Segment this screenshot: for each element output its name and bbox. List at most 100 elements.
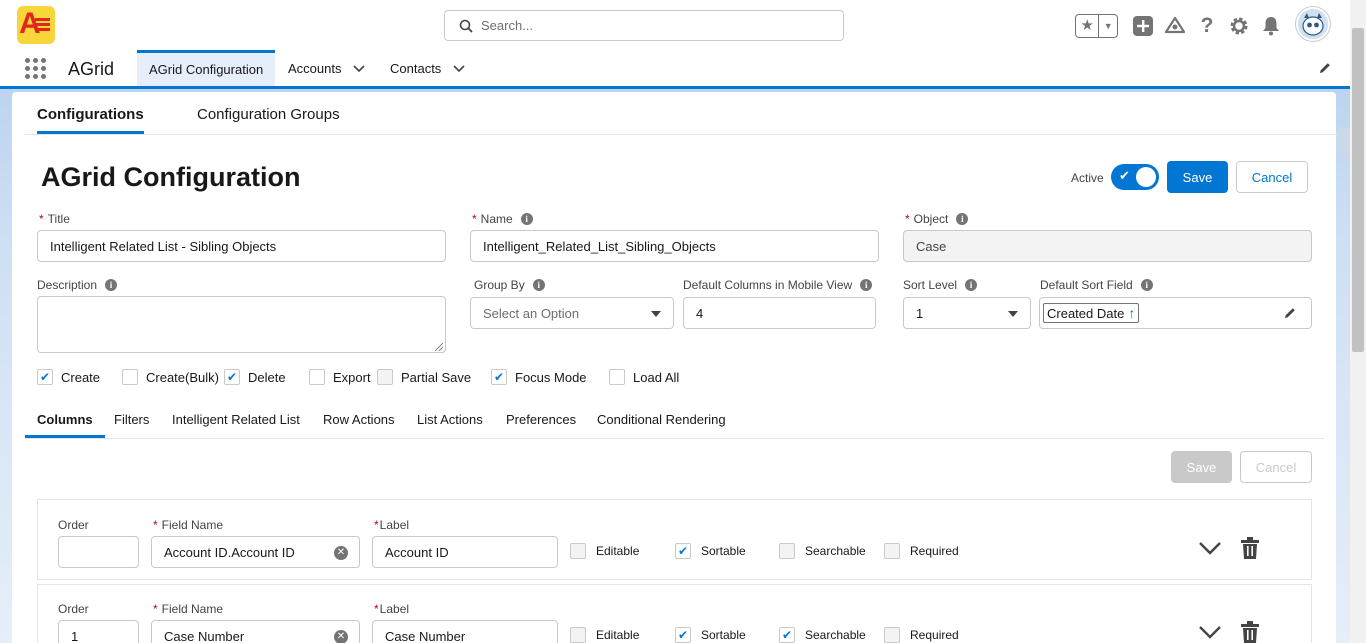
chevron-down-icon[interactable] — [453, 61, 465, 76]
scrollbar-thumb[interactable] — [1352, 28, 1364, 352]
app-logo-icon[interactable]: A — [17, 6, 55, 44]
tab-preferences[interactable]: Preferences — [506, 412, 576, 427]
label-input[interactable]: Account ID — [372, 536, 558, 568]
expand-chevron-icon[interactable] — [1198, 540, 1222, 559]
info-icon[interactable]: i — [520, 213, 533, 225]
info-icon[interactable]: i — [965, 279, 978, 291]
checkbox[interactable]: ✔ — [491, 369, 507, 385]
tab-intelligent-related-list[interactable]: Intelligent Related List — [172, 412, 300, 427]
sortable-checkbox[interactable]: ✔ Sortable — [675, 543, 746, 559]
field-name-input[interactable]: Account ID.Account ID ✕ — [151, 536, 360, 568]
checkbox[interactable] — [884, 627, 900, 643]
resize-handle-icon[interactable] — [435, 343, 443, 351]
clear-icon[interactable]: ✕ — [334, 630, 348, 643]
sort-ascending-arrow-icon[interactable]: ↑ — [1128, 305, 1135, 321]
search-input[interactable] — [481, 18, 821, 33]
tab-columns[interactable]: Columns — [25, 412, 105, 438]
nav-item-accounts[interactable]: Accounts — [288, 50, 366, 86]
name-input[interactable]: Intelligent_Related_List_Sibling_Objects — [470, 230, 879, 262]
tab-filters[interactable]: Filters — [114, 412, 149, 427]
option-delete[interactable]: ✔ Delete — [224, 369, 286, 385]
field-name-input[interactable]: Case Number ✕ — [151, 620, 360, 643]
star-icon[interactable]: ★ — [1076, 15, 1100, 37]
checkbox[interactable]: ✔ — [675, 543, 691, 559]
checkbox[interactable] — [884, 543, 900, 559]
tab-configurations[interactable]: Configurations — [37, 106, 144, 134]
checkbox[interactable]: ✔ — [224, 369, 240, 385]
info-icon[interactable]: i — [956, 213, 969, 225]
trailhead-icon[interactable] — [1164, 15, 1186, 37]
help-icon[interactable]: ? — [1196, 14, 1218, 37]
editable-checkbox[interactable]: Editable — [570, 627, 639, 643]
chevron-down-icon[interactable] — [353, 61, 366, 76]
delete-trash-icon[interactable] — [1240, 537, 1260, 562]
user-avatar[interactable] — [1296, 7, 1330, 41]
description-textarea[interactable] — [37, 296, 446, 353]
option-create-bulk[interactable]: Create(Bulk) — [122, 369, 219, 385]
expand-chevron-icon[interactable] — [1198, 624, 1222, 643]
setup-gear-icon[interactable] — [1228, 15, 1250, 37]
checkbox[interactable] — [570, 543, 586, 559]
favorites-dropdown-icon[interactable]: ▼ — [1099, 21, 1117, 31]
columns-save-button[interactable]: Save — [1171, 451, 1232, 483]
edit-nav-pencil-icon[interactable] — [1318, 61, 1332, 78]
add-icon[interactable] — [1132, 15, 1154, 37]
app-launcher-icon[interactable] — [25, 58, 47, 80]
editable-checkbox[interactable]: Editable — [570, 543, 639, 559]
checkbox[interactable] — [122, 369, 138, 385]
tab-configuration-groups[interactable]: Configuration Groups — [197, 106, 340, 123]
editable-label: Editable — [596, 544, 640, 558]
nav-item-agrid-configuration[interactable]: AGrid Configuration — [137, 50, 276, 86]
option-create[interactable]: ✔ Create — [37, 369, 100, 385]
nav-item-contacts[interactable]: Contacts — [390, 50, 465, 86]
checkbox[interactable]: ✔ — [675, 627, 691, 643]
tab-list-actions[interactable]: List Actions — [417, 412, 483, 427]
mobile-columns-input[interactable]: 4 — [683, 297, 876, 329]
object-value: Case — [916, 238, 947, 254]
option-focus-mode[interactable]: ✔ Focus Mode — [491, 369, 587, 385]
sortable-checkbox[interactable]: ✔ Sortable — [675, 627, 746, 643]
group-by-select[interactable]: Select an Option — [470, 297, 674, 329]
page-title: AGrid Configuration — [41, 162, 301, 192]
side-panel-handle[interactable] — [1336, 128, 1350, 154]
info-icon[interactable]: i — [860, 279, 873, 291]
option-load-all[interactable]: Load All — [609, 369, 679, 385]
info-icon[interactable]: i — [532, 279, 545, 291]
columns-cancel-button[interactable]: Cancel — [1240, 451, 1312, 483]
option-export[interactable]: Export — [309, 369, 371, 385]
page-scrollbar[interactable] — [1350, 0, 1366, 643]
required-checkbox[interactable]: Required — [884, 543, 959, 559]
checkbox[interactable]: ✔ — [779, 627, 795, 643]
tab-conditional-rendering[interactable]: Conditional Rendering — [597, 412, 726, 427]
checkbox[interactable] — [779, 543, 795, 559]
checkbox[interactable] — [377, 369, 393, 385]
checkbox[interactable] — [609, 369, 625, 385]
clear-icon[interactable]: ✕ — [334, 546, 348, 560]
cancel-button[interactable]: Cancel — [1236, 161, 1308, 193]
searchable-checkbox[interactable]: Searchable — [779, 543, 866, 559]
save-button[interactable]: Save — [1167, 161, 1228, 193]
sort-level-select[interactable]: 1 — [903, 297, 1031, 329]
notifications-bell-icon[interactable] — [1260, 15, 1282, 37]
info-icon[interactable]: i — [1140, 279, 1153, 291]
favorites-button[interactable]: ★ ▼ — [1075, 14, 1118, 38]
checkbox[interactable] — [570, 627, 586, 643]
title-input[interactable]: Intelligent Related List - Sibling Objec… — [37, 230, 446, 262]
sort-field-pill[interactable]: Created Date ↑ — [1043, 303, 1140, 323]
required-checkbox[interactable]: Required — [884, 627, 959, 643]
sort-field-input[interactable]: Created Date ↑ — [1039, 297, 1312, 329]
delete-trash-icon[interactable] — [1240, 621, 1260, 643]
active-toggle[interactable]: ✔ — [1111, 164, 1159, 190]
edit-pencil-icon[interactable] — [1283, 306, 1297, 323]
searchable-checkbox[interactable]: ✔ Searchable — [779, 627, 866, 643]
info-icon[interactable]: i — [105, 279, 118, 291]
tab-row-actions[interactable]: Row Actions — [323, 412, 395, 427]
order-input[interactable] — [58, 536, 139, 568]
order-input[interactable]: 1 — [58, 620, 139, 643]
label-input[interactable]: Case Number — [372, 620, 558, 643]
option-partial-save[interactable]: Partial Save — [377, 369, 471, 385]
global-search[interactable] — [444, 10, 844, 41]
checkbox[interactable] — [309, 369, 325, 385]
checkbox[interactable]: ✔ — [37, 369, 53, 385]
title-label-text: Title — [47, 212, 70, 226]
